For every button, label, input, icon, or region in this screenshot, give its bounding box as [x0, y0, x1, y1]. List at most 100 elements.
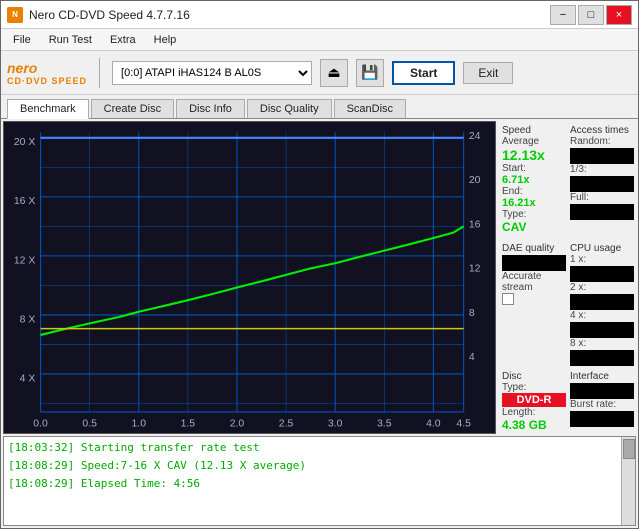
speed-header: Speed: [502, 125, 566, 136]
svg-text:4.5: 4.5: [456, 419, 471, 430]
tab-disc-info[interactable]: Disc Info: [176, 99, 245, 118]
svg-text:12: 12: [469, 264, 481, 275]
scrollbar[interactable]: [621, 437, 635, 525]
log-line-3: [18:08:29] Elapsed Time: 4:56: [8, 475, 617, 493]
nero-logo: nero CD·DVD SPEED: [7, 60, 87, 86]
status-log: [18:03:32] Starting transfer rate test […: [4, 437, 621, 525]
speed-column: Speed Average 12.13x Start: 6.71x End: 1…: [502, 123, 566, 234]
toolbar: nero CD·DVD SPEED [0:0] ATAPI iHAS124 B …: [1, 51, 638, 95]
menu-run-test[interactable]: Run Test: [41, 32, 100, 48]
chart-svg: 20 X 16 X 12 X 8 X 4 X 24 20 16 12 8 4: [4, 122, 495, 433]
svg-text:8 X: 8 X: [20, 314, 36, 325]
svg-text:24: 24: [469, 131, 481, 142]
cpu-2x-label: 2 x:: [570, 282, 634, 293]
eject-icon[interactable]: ⏏: [320, 59, 348, 87]
tab-disc-quality[interactable]: Disc Quality: [247, 99, 332, 118]
tab-create-disc[interactable]: Create Disc: [91, 99, 174, 118]
menu-help[interactable]: Help: [146, 32, 185, 48]
cpu-8x-label: 8 x:: [570, 338, 634, 349]
scrollbar-thumb[interactable]: [623, 439, 635, 459]
cpu-8x-bar: [570, 350, 634, 366]
tab-benchmark[interactable]: Benchmark: [7, 99, 89, 119]
title-bar: N Nero CD-DVD Speed 4.7.7.16 − □ ×: [1, 1, 638, 29]
svg-text:20 X: 20 X: [14, 137, 35, 148]
svg-text:20: 20: [469, 175, 481, 186]
nero-logo-bottom: CD·DVD SPEED: [7, 76, 87, 86]
cpu-dae-row: DAE quality Accurate stream CPU usage 1 …: [502, 241, 634, 366]
svg-text:4.0: 4.0: [426, 419, 441, 430]
cpu-header: CPU usage: [570, 243, 634, 254]
one-third-label: 1/3:: [570, 164, 634, 175]
full-bar: [570, 204, 634, 220]
drive-select[interactable]: [0:0] ATAPI iHAS124 B AL0S: [112, 61, 312, 85]
svg-text:4: 4: [469, 352, 475, 363]
chart-and-panel: 20 X 16 X 12 X 8 X 4 X 24 20 16 12 8 4: [1, 119, 638, 436]
menu-extra[interactable]: Extra: [102, 32, 144, 48]
dae-header: DAE quality: [502, 243, 566, 254]
toolbar-divider: [99, 58, 100, 88]
svg-text:1.0: 1.0: [132, 419, 147, 430]
svg-text:0.5: 0.5: [82, 419, 97, 430]
disc-length-value: 4.38 GB: [502, 418, 566, 432]
start-value: 6.71x: [502, 174, 566, 186]
cpu-column: CPU usage 1 x: 2 x: 4 x: 8 x:: [570, 241, 634, 366]
menu-bar: File Run Test Extra Help: [1, 29, 638, 51]
full-label: Full:: [570, 192, 634, 203]
access-column: Access times Random: 1/3: Full:: [570, 123, 634, 234]
save-icon[interactable]: 💾: [356, 59, 384, 87]
cpu-2x-bar: [570, 294, 634, 310]
tab-scan-disc[interactable]: ScanDisc: [334, 99, 406, 118]
svg-text:2.5: 2.5: [279, 419, 294, 430]
accurate-checkbox-row: [502, 293, 566, 305]
disc-length-label: Length:: [502, 407, 566, 418]
burst-label: Burst rate:: [570, 399, 634, 410]
speed-access-columns: Speed Average 12.13x Start: 6.71x End: 1…: [502, 123, 634, 234]
cpu-4x-label: 4 x:: [570, 310, 634, 321]
svg-text:3.5: 3.5: [377, 419, 392, 430]
random-bar: [570, 148, 634, 164]
app-window: N Nero CD-DVD Speed 4.7.7.16 − □ × File …: [0, 0, 639, 529]
burst-bar: [570, 411, 634, 427]
app-icon: N: [7, 7, 23, 23]
random-label: Random:: [570, 136, 634, 147]
title-bar-left: N Nero CD-DVD Speed 4.7.7.16: [7, 7, 190, 23]
log-line-1: [18:03:32] Starting transfer rate test: [8, 439, 617, 457]
svg-text:8: 8: [469, 308, 475, 319]
status-area: [18:03:32] Starting transfer rate test […: [3, 436, 636, 526]
maximize-button[interactable]: □: [578, 5, 604, 25]
nero-logo-top: nero: [7, 60, 37, 76]
content-area: 20 X 16 X 12 X 8 X 4 X 24 20 16 12 8 4: [1, 119, 638, 528]
start-button[interactable]: Start: [392, 61, 455, 85]
one-third-bar: [570, 176, 634, 192]
disc-type-header: Disc: [502, 371, 566, 382]
interface-bar: [570, 383, 634, 399]
svg-text:16: 16: [469, 219, 481, 230]
access-header: Access times: [570, 125, 634, 136]
exit-button[interactable]: Exit: [463, 62, 513, 84]
cpu-1x-bar: [570, 266, 634, 282]
close-button[interactable]: ×: [606, 5, 632, 25]
chart-container: 20 X 16 X 12 X 8 X 4 X 24 20 16 12 8 4: [3, 121, 496, 434]
minimize-button[interactable]: −: [550, 5, 576, 25]
type-label: Type:: [502, 209, 566, 220]
interface-column: Interface Burst rate:: [570, 369, 634, 432]
svg-text:2.0: 2.0: [230, 419, 245, 430]
accurate-checkbox[interactable]: [502, 293, 514, 305]
speed-section: Speed Average 12.13x Start: 6.71x End: 1…: [502, 123, 634, 234]
log-line-2: [18:08:29] Speed:7-16 X CAV (12.13 X ave…: [8, 457, 617, 475]
end-value: 16.21x: [502, 197, 566, 209]
disc-column: Disc Type: DVD-R Length: 4.38 GB: [502, 369, 566, 432]
svg-text:12 X: 12 X: [14, 255, 35, 266]
window-controls: − □ ×: [550, 5, 632, 25]
interface-header: Interface: [570, 371, 634, 382]
disc-type-badge: DVD-R: [502, 393, 566, 407]
right-panel: Speed Average 12.13x Start: 6.71x End: 1…: [498, 119, 638, 436]
accurate-label2: stream: [502, 282, 566, 293]
type-value: CAV: [502, 220, 566, 234]
disc-interface-row: Disc Type: DVD-R Length: 4.38 GB Interfa…: [502, 369, 634, 432]
dae-column: DAE quality Accurate stream: [502, 241, 566, 366]
menu-file[interactable]: File: [5, 32, 39, 48]
dae-bar: [502, 255, 566, 271]
cpu-4x-bar: [570, 322, 634, 338]
accurate-label: Accurate: [502, 271, 566, 282]
